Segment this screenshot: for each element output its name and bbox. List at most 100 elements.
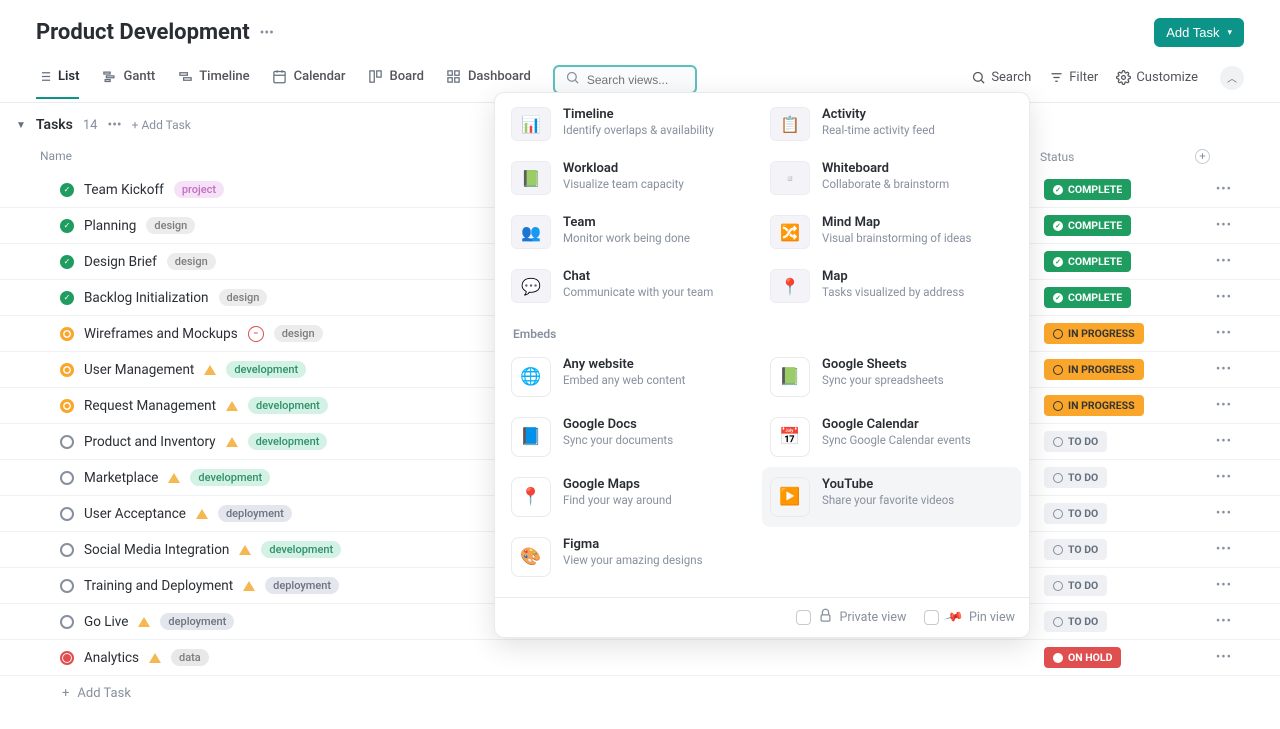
embed-option[interactable]: 🌐 Any website Embed any web content (503, 347, 762, 407)
tab-calendar[interactable]: Calendar (272, 69, 346, 99)
private-view-toggle[interactable]: Private view (796, 608, 907, 627)
status-circle-icon[interactable] (60, 327, 74, 341)
row-menu-icon[interactable]: ••• (1216, 362, 1232, 377)
search-views-input[interactable] (587, 73, 685, 87)
status-circle-icon[interactable]: ✓ (60, 291, 74, 305)
row-menu-icon[interactable]: ••• (1216, 578, 1232, 593)
status-badge[interactable]: ON HOLD (1044, 647, 1121, 668)
add-column-icon[interactable]: + (1195, 149, 1210, 164)
status-circle-icon[interactable] (60, 471, 74, 485)
tab-board[interactable]: Board (368, 69, 424, 99)
row-menu-icon[interactable]: ••• (1216, 434, 1232, 449)
section-add-task[interactable]: +Add Task (132, 118, 191, 132)
task-tag[interactable]: development (226, 361, 306, 378)
status-label: COMPLETE (1068, 291, 1122, 304)
embed-thumb-icon: 📘 (511, 417, 551, 457)
status-badge[interactable]: TO DO (1044, 611, 1107, 632)
view-option[interactable]: ▫️ Whiteboard Collaborate & brainstorm (762, 151, 1021, 205)
task-row[interactable]: Analytics data ON HOLD ••• (0, 640, 1280, 676)
status-circle-icon[interactable] (60, 435, 74, 449)
tab-list[interactable]: List (36, 69, 79, 99)
filter-button[interactable]: Filter (1049, 70, 1098, 85)
row-menu-icon[interactable]: ••• (1216, 182, 1232, 197)
view-option[interactable]: 🔀 Mind Map Visual brainstorming of ideas (762, 205, 1021, 259)
view-option[interactable]: 👥 Team Monitor work being done (503, 205, 762, 259)
task-tag[interactable]: deployment (218, 505, 292, 522)
tab-gantt[interactable]: Gantt (101, 69, 155, 99)
embed-option[interactable]: 🎨 Figma View your amazing designs (503, 527, 762, 587)
status-badge[interactable]: TO DO (1044, 431, 1107, 452)
status-badge[interactable]: ✓ COMPLETE (1044, 287, 1131, 308)
view-title: Workload (563, 161, 684, 176)
embed-option[interactable]: 📍 Google Maps Find your way around (503, 467, 762, 527)
status-circle-icon[interactable]: ✓ (60, 219, 74, 233)
task-tag[interactable]: development (190, 469, 270, 486)
add-task-button[interactable]: Add Task ▾ (1154, 18, 1244, 47)
status-badge[interactable]: ✓ COMPLETE (1044, 251, 1131, 272)
task-tag[interactable]: design (274, 325, 323, 342)
embed-option[interactable]: 📗 Google Sheets Sync your spreadsheets (762, 347, 1021, 407)
section-menu-icon[interactable]: ••• (107, 117, 121, 133)
status-badge[interactable]: TO DO (1044, 575, 1107, 596)
status-circle-icon[interactable] (60, 543, 74, 557)
task-tag[interactable]: design (219, 289, 268, 306)
view-option[interactable]: 📍 Map Tasks visualized by address (762, 259, 1021, 313)
tab-timeline[interactable]: Timeline (177, 69, 249, 99)
row-menu-icon[interactable]: ••• (1216, 614, 1232, 629)
row-menu-icon[interactable]: ••• (1216, 650, 1232, 665)
section-caret-icon[interactable]: ▼ (16, 120, 26, 131)
embed-option[interactable]: ▶️ YouTube Share your favorite videos (762, 467, 1021, 527)
row-menu-icon[interactable]: ••• (1216, 506, 1232, 521)
badge-circle-icon: ✓ (1053, 257, 1063, 267)
view-thumb-icon: 📗 (511, 161, 551, 195)
row-menu-icon[interactable]: ••• (1216, 218, 1232, 233)
add-task-row[interactable]: + Add Task (0, 676, 1280, 711)
view-option[interactable]: 📋 Activity Real-time activity feed (762, 97, 1021, 151)
status-circle-icon[interactable]: ✓ (60, 255, 74, 269)
status-circle-icon[interactable] (60, 507, 74, 521)
status-circle-icon[interactable] (60, 651, 74, 665)
status-badge[interactable]: IN PROGRESS (1044, 395, 1144, 416)
status-badge[interactable]: IN PROGRESS (1044, 359, 1144, 380)
row-menu-icon[interactable]: ••• (1216, 470, 1232, 485)
task-tag[interactable]: development (248, 397, 328, 414)
task-tag[interactable]: development (248, 433, 328, 450)
view-option[interactable]: 💬 Chat Communicate with your team (503, 259, 762, 313)
collapse-button[interactable]: ︿ (1220, 66, 1244, 90)
row-menu-icon[interactable]: ••• (1216, 542, 1232, 557)
task-tag[interactable]: deployment (160, 613, 234, 630)
row-menu-icon[interactable]: ••• (1216, 326, 1232, 341)
status-circle-icon[interactable] (60, 615, 74, 629)
search-button[interactable]: Search (971, 70, 1031, 85)
task-tag[interactable]: data (171, 649, 209, 666)
task-tag[interactable]: development (261, 541, 341, 558)
customize-button[interactable]: Customize (1116, 70, 1198, 85)
row-menu-icon[interactable]: ••• (1216, 254, 1232, 269)
view-option[interactable]: 📗 Workload Visualize team capacity (503, 151, 762, 205)
status-badge[interactable]: TO DO (1044, 467, 1107, 488)
pin-view-toggle[interactable]: 📌 Pin view (924, 610, 1015, 625)
task-name: Team Kickoff (84, 182, 164, 198)
status-circle-icon[interactable] (60, 579, 74, 593)
status-circle-icon[interactable]: ✓ (60, 183, 74, 197)
task-name: User Acceptance (84, 506, 186, 522)
status-badge[interactable]: ✓ COMPLETE (1044, 179, 1131, 200)
task-tag[interactable]: design (167, 253, 216, 270)
badge-circle-icon (1053, 437, 1063, 447)
task-tag[interactable]: design (146, 217, 195, 234)
task-tag[interactable]: project (174, 181, 224, 198)
row-menu-icon[interactable]: ••• (1216, 398, 1232, 413)
status-badge[interactable]: TO DO (1044, 539, 1107, 560)
status-circle-icon[interactable] (60, 399, 74, 413)
search-views-field[interactable] (553, 65, 697, 94)
status-badge[interactable]: IN PROGRESS (1044, 323, 1144, 344)
status-badge[interactable]: ✓ COMPLETE (1044, 215, 1131, 236)
task-tag[interactable]: deployment (265, 577, 339, 594)
status-circle-icon[interactable] (60, 363, 74, 377)
status-badge[interactable]: TO DO (1044, 503, 1107, 524)
embed-option[interactable]: 📘 Google Docs Sync your documents (503, 407, 762, 467)
page-menu-icon[interactable]: ••• (260, 25, 274, 41)
view-option[interactable]: 📊 Timeline Identify overlaps & availabil… (503, 97, 762, 151)
embed-option[interactable]: 📅 Google Calendar Sync Google Calendar e… (762, 407, 1021, 467)
row-menu-icon[interactable]: ••• (1216, 290, 1232, 305)
